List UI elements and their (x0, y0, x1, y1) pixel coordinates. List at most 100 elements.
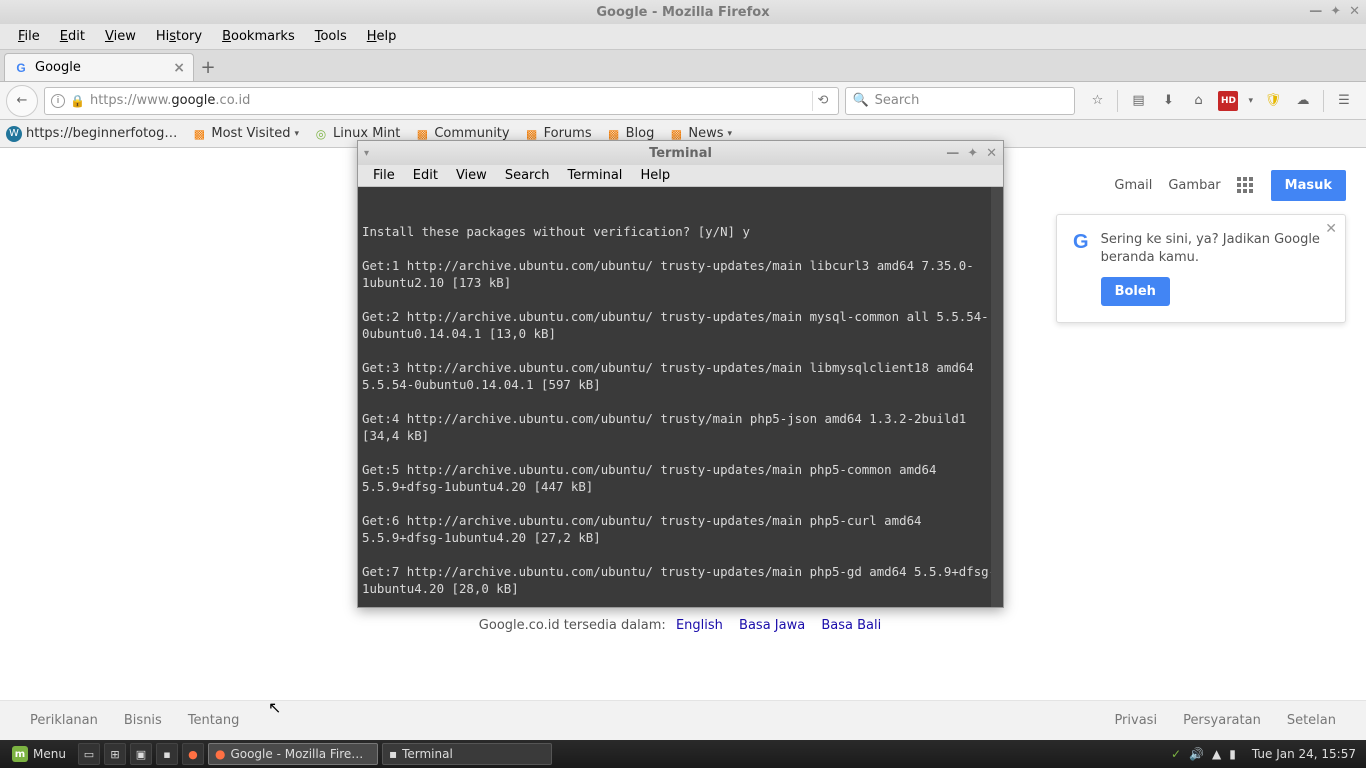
file-manager-icon[interactable]: ▣ (130, 743, 152, 765)
terminal-scrollbar[interactable] (991, 187, 1003, 607)
window-close-icon[interactable]: ✕ (986, 146, 997, 161)
taskbar-task-firefox[interactable]: ● Google - Mozilla Fire… (208, 743, 378, 765)
lang-jawa[interactable]: Basa Jawa (739, 618, 805, 633)
volume-icon[interactable]: 🔊 (1189, 747, 1204, 761)
terminal-launcher-icon[interactable]: ▪ (156, 743, 178, 765)
new-tab-button[interactable]: + (194, 53, 222, 81)
signin-button[interactable]: Masuk (1271, 170, 1346, 201)
firefox-navbar: ← i 🔒 https://www.google.co.id ⟲ 🔍 Searc… (0, 82, 1366, 120)
google-logo-icon: G (1073, 231, 1089, 306)
window-maximize-icon[interactable]: ✦ (1330, 4, 1341, 19)
separator (1323, 90, 1324, 112)
battery-icon[interactable]: ▮ (1229, 747, 1236, 761)
taskbar-task-terminal[interactable]: ▪ Terminal (382, 743, 552, 765)
start-menu-button[interactable]: m Menu (4, 746, 74, 762)
home-icon[interactable]: ⌂ (1188, 91, 1208, 111)
terminal-window[interactable]: ▾ Terminal — ✦ ✕ File Edit View Search T… (357, 140, 1004, 608)
firefox-titlebar[interactable]: Google - Mozilla Firefox — ✦ ✕ (0, 0, 1366, 24)
lang-english[interactable]: English (676, 618, 723, 633)
window-maximize-icon[interactable]: ✦ (967, 146, 978, 161)
search-placeholder: Search (875, 93, 920, 108)
workspace-switcher-icon[interactable]: ⊞ (104, 743, 126, 765)
firefox-title: Google - Mozilla Firefox (596, 5, 769, 20)
footer-ads[interactable]: Periklanan (30, 713, 98, 728)
tab-google[interactable]: G Google × (4, 53, 194, 81)
url-bar[interactable]: i 🔒 https://www.google.co.id ⟲ (44, 87, 839, 115)
term-line: Get:5 http://archive.ubuntu.com/ubuntu/ … (362, 462, 944, 494)
hd-badge-icon[interactable]: HD (1218, 91, 1238, 111)
term-menu-view[interactable]: View (447, 166, 496, 185)
bookmarks-list-icon[interactable]: ▤ (1128, 91, 1148, 111)
terminal-menu-icon[interactable]: ▾ (364, 148, 369, 159)
downloads-icon[interactable]: ⬇ (1158, 91, 1178, 111)
bookmark-most-visited[interactable]: ▩ Most Visited ▾ (191, 126, 299, 142)
window-minimize-icon[interactable]: — (946, 146, 959, 161)
task-label: Terminal (402, 747, 453, 761)
url-suffix: .co.id (215, 93, 250, 108)
google-apps-icon[interactable] (1237, 177, 1255, 195)
window-close-icon[interactable]: ✕ (1349, 4, 1360, 19)
footer-about[interactable]: Tentang (188, 713, 240, 728)
term-menu-search[interactable]: Search (496, 166, 559, 185)
menu-bookmarks[interactable]: Bookmarks (212, 26, 305, 47)
bookmark-label: Most Visited (211, 126, 290, 141)
site-info-icon[interactable]: i (51, 94, 65, 108)
promo-accept-button[interactable]: Boleh (1101, 277, 1170, 306)
term-menu-file[interactable]: File (364, 166, 404, 185)
term-line: Get:6 http://archive.ubuntu.com/ubuntu/ … (362, 513, 929, 545)
term-menu-help[interactable]: Help (631, 166, 679, 185)
term-menu-edit[interactable]: Edit (404, 166, 447, 185)
term-line: Get:7 http://archive.ubuntu.com/ubuntu/ … (362, 564, 996, 596)
show-desktop-icon[interactable]: ▭ (78, 743, 100, 765)
shield-icon[interactable]: 🛡 (1263, 91, 1283, 111)
window-minimize-icon[interactable]: — (1309, 4, 1322, 19)
terminal-icon: ▪ (389, 747, 397, 761)
term-line: Get:3 http://archive.ubuntu.com/ubuntu/ … (362, 360, 981, 392)
footer-privacy[interactable]: Privasi (1114, 713, 1157, 728)
link-gmail[interactable]: Gmail (1114, 178, 1152, 193)
footer-terms[interactable]: Persyaratan (1183, 713, 1261, 728)
chevron-down-icon[interactable]: ▾ (1248, 96, 1253, 106)
langs-label: Google.co.id tersedia dalam: (479, 618, 666, 633)
system-tray: ✓ 🔊 ▲ ▮ (1165, 747, 1242, 761)
hamburger-menu-icon[interactable]: ☰ (1334, 91, 1354, 111)
url-host: google (171, 93, 215, 108)
close-icon[interactable]: ✕ (1325, 221, 1337, 237)
bookmark-label: Forums (544, 126, 592, 141)
menu-history[interactable]: History (146, 26, 212, 47)
bookmark-wordpress[interactable]: W https://beginnerfotog… (6, 126, 177, 142)
update-manager-icon[interactable]: ✓ (1171, 747, 1181, 761)
tab-close-icon[interactable]: × (173, 60, 185, 76)
clock[interactable]: Tue Jan 24, 15:57 (1246, 747, 1362, 761)
reload-icon[interactable]: ⟲ (812, 91, 832, 111)
search-bar[interactable]: 🔍 Search (845, 87, 1075, 115)
feed-icon: ▩ (191, 126, 207, 142)
bookmark-label: News (688, 126, 723, 141)
bookmark-star-icon[interactable]: ☆ (1087, 91, 1107, 111)
terminal-titlebar[interactable]: ▾ Terminal — ✦ ✕ (358, 141, 1003, 165)
menu-edit[interactable]: Edit (50, 26, 95, 47)
terminal-body[interactable]: Install these packages without verificat… (358, 187, 1003, 607)
chevron-down-icon: ▾ (295, 129, 300, 139)
link-images[interactable]: Gambar (1168, 178, 1220, 193)
menu-tools[interactable]: Tools (305, 26, 357, 47)
mint-logo-icon: m (12, 746, 28, 762)
back-button[interactable]: ← (6, 85, 38, 117)
bookmark-label: Community (434, 126, 509, 141)
menu-help[interactable]: Help (357, 26, 407, 47)
footer-settings[interactable]: Setelan (1287, 713, 1336, 728)
google-favicon-icon: G (13, 60, 29, 76)
firefox-icon: ● (215, 747, 225, 761)
menu-file[interactable]: File (8, 26, 50, 47)
firefox-tabstrip: G Google × + (0, 50, 1366, 82)
extension-icon[interactable]: ☁ (1293, 91, 1313, 111)
footer-biz[interactable]: Bisnis (124, 713, 162, 728)
firefox-launcher-icon[interactable]: ● (182, 743, 204, 765)
promo-text: Sering ke sini, ya? Jadikan Google beran… (1101, 231, 1329, 267)
url-prefix: https://www. (90, 93, 171, 108)
term-menu-terminal[interactable]: Terminal (558, 166, 631, 185)
menu-view[interactable]: View (95, 26, 146, 47)
network-icon[interactable]: ▲ (1212, 747, 1221, 761)
toolbar-right: ☆ ▤ ⬇ ⌂ HD ▾ 🛡 ☁ ☰ (1081, 90, 1360, 112)
lang-bali[interactable]: Basa Bali (821, 618, 881, 633)
